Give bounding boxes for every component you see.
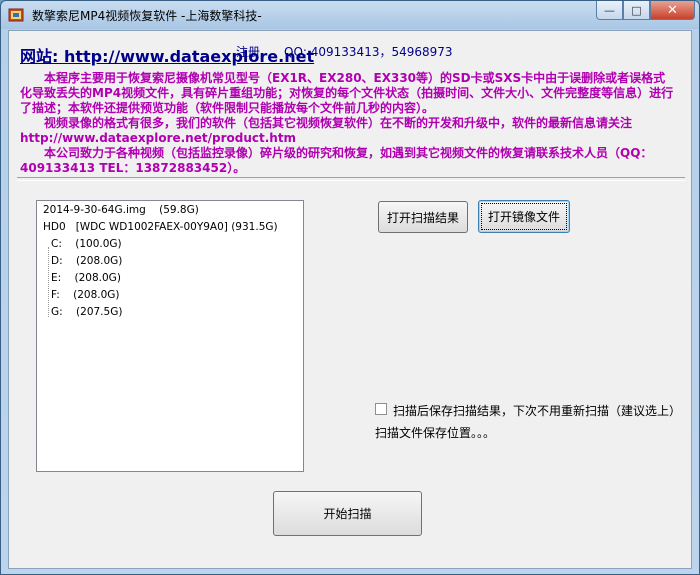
tree-item-partition[interactable]: E: (208.0G) bbox=[51, 272, 121, 284]
tree-item-size: (207.5G) bbox=[76, 306, 123, 318]
register-link[interactable]: 注册 bbox=[236, 43, 260, 60]
save-path-label[interactable]: 扫描文件保存位置。。。 bbox=[375, 424, 495, 441]
tree-item-size: (208.0G) bbox=[74, 272, 121, 284]
window-controls: — □ ✕ bbox=[596, 1, 695, 21]
tree-item-name: E: bbox=[51, 272, 62, 284]
qq-contact: QQ: 409133413，54968973 bbox=[284, 45, 453, 59]
tree-connector bbox=[48, 247, 49, 317]
website-link[interactable]: 网站: http://www.dataexplore.net bbox=[20, 43, 314, 67]
tree-item-name: F: bbox=[51, 289, 60, 301]
maximize-button[interactable]: □ bbox=[623, 1, 650, 20]
open-scan-result-button[interactable]: 打开扫描结果 bbox=[378, 201, 468, 233]
app-window: 数擎索尼MP4视频恢复软件 -上海数擎科技- — □ ✕ 网站: http://… bbox=[0, 0, 700, 575]
maximize-icon: □ bbox=[631, 3, 642, 17]
tree-item-size: (59.8G) bbox=[159, 204, 199, 216]
tree-item-size: [WDC WD1002FAEX-00Y9A0] (931.5G) bbox=[75, 221, 278, 233]
open-image-file-button[interactable]: 打开镜像文件 bbox=[478, 200, 570, 233]
tree-item-disk[interactable]: HD0 [WDC WD1002FAEX-00Y9A0] (931.5G) bbox=[43, 221, 278, 233]
tree-item-name: C: bbox=[51, 238, 62, 250]
tree-item-image[interactable]: 2014-9-30-64G.img (59.8G) bbox=[43, 204, 199, 216]
tree-item-partition[interactable]: C: (100.0G) bbox=[51, 238, 122, 250]
description-text: 本程序主要用于恢复索尼摄像机常见型号（EX1R、EX280、EX330等）的SD… bbox=[20, 71, 676, 176]
minimize-icon: — bbox=[604, 3, 615, 17]
description-paragraph: 本程序主要用于恢复索尼摄像机常见型号（EX1R、EX280、EX330等）的SD… bbox=[20, 71, 674, 115]
start-scan-button[interactable]: 开始扫描 bbox=[273, 491, 422, 536]
tree-item-name: 2014-9-30-64G.img bbox=[43, 204, 146, 216]
tree-item-partition[interactable]: G: (207.5G) bbox=[51, 306, 122, 318]
tree-item-partition[interactable]: F: (208.0G) bbox=[51, 289, 120, 301]
close-icon: ✕ bbox=[667, 2, 678, 18]
device-tree[interactable]: 2014-9-30-64G.img (59.8G) HD0 [WDC WD100… bbox=[36, 200, 304, 472]
tree-item-size: (208.0G) bbox=[75, 255, 123, 267]
title-bar[interactable]: 数擎索尼MP4视频恢复软件 -上海数擎科技- — □ ✕ bbox=[1, 1, 699, 29]
save-scan-checkbox-label[interactable]: 扫描后保存扫描结果，下次不用重新扫描（建议选上） bbox=[393, 402, 681, 419]
app-icon bbox=[8, 8, 24, 22]
tree-item-size: (208.0G) bbox=[73, 289, 120, 301]
tree-item-size: (100.0G) bbox=[75, 238, 122, 250]
close-button[interactable]: ✕ bbox=[650, 1, 695, 20]
tree-item-name: G: bbox=[51, 306, 63, 318]
description-paragraph: 本公司致力于各种视频（包括监控录像）碎片级的研究和恢复，如遇到其它视频文件的恢复… bbox=[20, 146, 653, 175]
minimize-button[interactable]: — bbox=[596, 1, 623, 20]
tree-item-name: D: bbox=[51, 255, 63, 267]
tree-item-name: HD0 bbox=[43, 221, 66, 233]
separator bbox=[17, 177, 685, 181]
window-title: 数擎索尼MP4视频恢复软件 -上海数擎科技- bbox=[32, 9, 262, 23]
description-paragraph: 视频录像的格式有很多，我们的软件（包括其它视频恢复软件）在不断的开发和升级中，软… bbox=[20, 116, 633, 145]
client-area: 网站: http://www.dataexplore.net 注册 QQ: 40… bbox=[8, 30, 692, 569]
save-scan-checkbox[interactable] bbox=[375, 403, 387, 415]
tree-item-partition[interactable]: D: (208.0G) bbox=[51, 255, 122, 267]
